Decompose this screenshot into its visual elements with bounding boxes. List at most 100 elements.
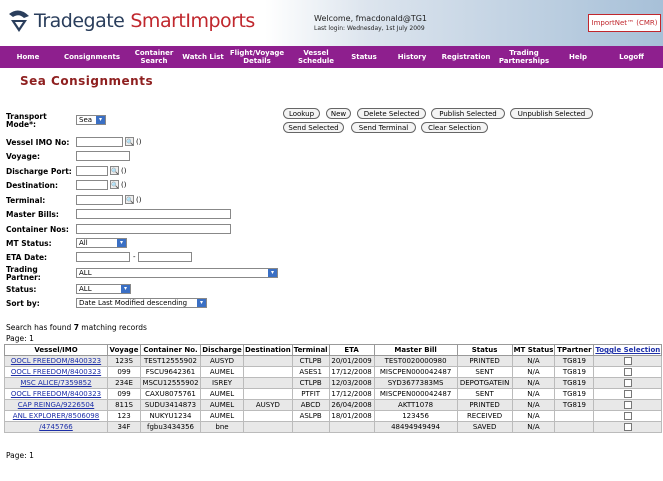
cell-vessel-imo: OOCL FREEDOM/8400323 — [4, 366, 108, 378]
nav-consignments[interactable]: Consignments — [56, 46, 128, 68]
trading-partner-select[interactable]: ALL ▾ — [76, 268, 278, 278]
welcome-text: Welcome, fmacdonald@TG1 — [314, 14, 428, 23]
col-voyage[interactable]: Voyage — [107, 344, 141, 356]
discharge-port-lookup-icon[interactable]: 🔍 — [110, 166, 119, 175]
row-select-checkbox[interactable] — [623, 401, 632, 409]
cell-discharge: AUSYD — [200, 355, 244, 367]
vessel-link[interactable]: CAP REINGA/9226504 — [18, 401, 94, 409]
eta-date-to-input[interactable] — [138, 252, 192, 262]
discharge-port-input[interactable] — [76, 166, 108, 176]
cell-vessel-imo: OOCL FREEDOM/8400323 — [4, 355, 108, 367]
summary-prefix: Search has found — [6, 323, 74, 332]
trading-partner-value: ALL — [79, 269, 92, 277]
cell-voyage: 123 — [107, 410, 141, 422]
cell-mt-status: N/A — [511, 366, 556, 378]
vessel-link[interactable]: OOCL FREEDOM/8400323 — [11, 390, 101, 398]
vessel-imo-input[interactable] — [76, 137, 123, 147]
nav-registration[interactable]: Registration — [440, 46, 492, 68]
transport-mode-select[interactable]: Sea ▾ — [76, 115, 106, 125]
col-container-no[interactable]: Container No. — [140, 344, 201, 356]
vessel-link[interactable]: MSC ALICE/7359852 — [20, 379, 91, 387]
new-button[interactable]: New — [326, 108, 351, 119]
status-select[interactable]: ALL ▾ — [76, 284, 131, 294]
nav-history[interactable]: History — [384, 46, 440, 68]
col-mt-status[interactable]: MT Status — [511, 344, 556, 356]
row-select-checkbox[interactable] — [623, 379, 632, 387]
nav-status[interactable]: Status — [344, 46, 384, 68]
clear-selection-button[interactable]: Clear Selection — [421, 122, 488, 133]
cell-terminal: ABCD — [291, 399, 330, 411]
nav-vessel-schedule[interactable]: Vessel Schedule — [288, 46, 344, 68]
row-select-checkbox[interactable] — [623, 412, 632, 420]
eta-date-from-input[interactable] — [76, 252, 130, 262]
consignments-table: Vessel/IMO Voyage Container No. Discharg… — [4, 344, 663, 433]
vessel-lookup-icon[interactable]: 🔍 — [125, 137, 134, 146]
sort-by-select[interactable]: Date Last Modified descending ▾ — [76, 298, 207, 308]
publish-selected-button[interactable]: Publish Selected — [431, 108, 505, 119]
table-row: /4745766 34F fgbu3434356 bne 48494949494 SAVE… — [4, 421, 663, 433]
importnet-button[interactable]: ImportNet™ (CMR) — [588, 14, 661, 32]
row-select-checkbox[interactable] — [623, 357, 632, 365]
cell-mt-status: N/A — [511, 355, 556, 367]
cell-voyage: 34F — [107, 421, 141, 433]
lookup-button[interactable]: Lookup — [283, 108, 320, 119]
vessel-link[interactable]: OOCL FREEDOM/8400323 — [11, 368, 101, 376]
toggle-selection-link[interactable]: Toggle Selection — [595, 346, 660, 354]
col-status[interactable]: Status — [456, 344, 513, 356]
sort-by-value: Date Last Modified descending — [79, 299, 188, 307]
delete-selected-button[interactable]: Delete Selected — [357, 108, 426, 119]
col-eta[interactable]: ETA — [328, 344, 375, 356]
tradegate-logo[interactable]: Tradegate SmartImports — [6, 8, 255, 34]
transport-mode-value: Sea — [79, 116, 93, 124]
cell-destination: AUSYD — [243, 399, 293, 411]
col-destination[interactable]: Destination — [243, 344, 293, 356]
cell-eta: 18/01/2008 — [328, 410, 375, 422]
cell-tpartner: TG819 — [554, 399, 595, 411]
cell-eta: 12/03/2008 — [328, 377, 375, 389]
col-discharge[interactable]: Discharge — [200, 344, 244, 356]
nav-help[interactable]: Help — [556, 46, 600, 68]
master-bills-input[interactable] — [76, 209, 231, 219]
cell-discharge: AUMEL — [200, 410, 244, 422]
nav-trading-partnerships[interactable]: Trading Partnerships — [492, 46, 556, 68]
destination-input[interactable] — [76, 180, 108, 190]
row-select-checkbox[interactable] — [623, 390, 632, 398]
send-selected-button[interactable]: Send Selected — [283, 122, 344, 133]
cell-destination — [243, 366, 293, 378]
cell-vessel-imo: ANL EXPLORER/8506098 — [4, 410, 108, 422]
col-terminal[interactable]: Terminal — [291, 344, 330, 356]
row-select-checkbox[interactable] — [623, 423, 632, 431]
row-select-checkbox[interactable] — [623, 368, 632, 376]
terminal-input[interactable] — [76, 195, 123, 205]
nav-logoff[interactable]: Logoff — [600, 46, 663, 68]
cell-terminal — [291, 421, 330, 433]
cell-discharge: ISREY — [200, 377, 244, 389]
nav-watch-list[interactable]: Watch List — [180, 46, 226, 68]
col-tpartner[interactable]: TPartner — [554, 344, 595, 356]
send-terminal-button[interactable]: Send Terminal — [351, 122, 416, 133]
cell-select — [593, 366, 663, 378]
chevron-down-icon: ▾ — [96, 116, 105, 124]
voyage-input[interactable] — [76, 151, 130, 161]
nav-home[interactable]: Home — [0, 46, 56, 68]
cell-status: PRINTED — [456, 399, 513, 411]
col-vessel-imo[interactable]: Vessel/IMO — [4, 344, 108, 356]
container-nos-input[interactable] — [76, 224, 231, 234]
col-master-bill[interactable]: Master Bill — [373, 344, 458, 356]
nav-flight-voyage-details[interactable]: Flight/Voyage Details — [226, 46, 288, 68]
cell-status: PRINTED — [456, 355, 513, 367]
col-toggle-selection[interactable]: Toggle Selection — [593, 344, 663, 356]
terminal-lookup-icon[interactable]: 🔍 — [125, 195, 134, 204]
cell-status: RECEIVED — [456, 410, 513, 422]
vessel-link[interactable]: OOCL FREEDOM/8400323 — [11, 357, 101, 365]
cell-mt-status: N/A — [511, 377, 556, 389]
nav-container-search[interactable]: Container Search — [128, 46, 180, 68]
sort-by-label: Sort by: — [6, 299, 40, 308]
transport-mode-label: Transport Mode*: — [6, 112, 47, 129]
vessel-link[interactable]: ANL EXPLORER/8506098 — [13, 412, 99, 420]
vessel-link[interactable]: /4745766 — [39, 423, 73, 431]
cell-terminal: ASLPB — [291, 410, 330, 422]
unpublish-selected-button[interactable]: Unpublish Selected — [510, 108, 593, 119]
destination-lookup-icon[interactable]: 🔍 — [110, 180, 119, 189]
mt-status-select[interactable]: All ▾ — [76, 238, 127, 248]
